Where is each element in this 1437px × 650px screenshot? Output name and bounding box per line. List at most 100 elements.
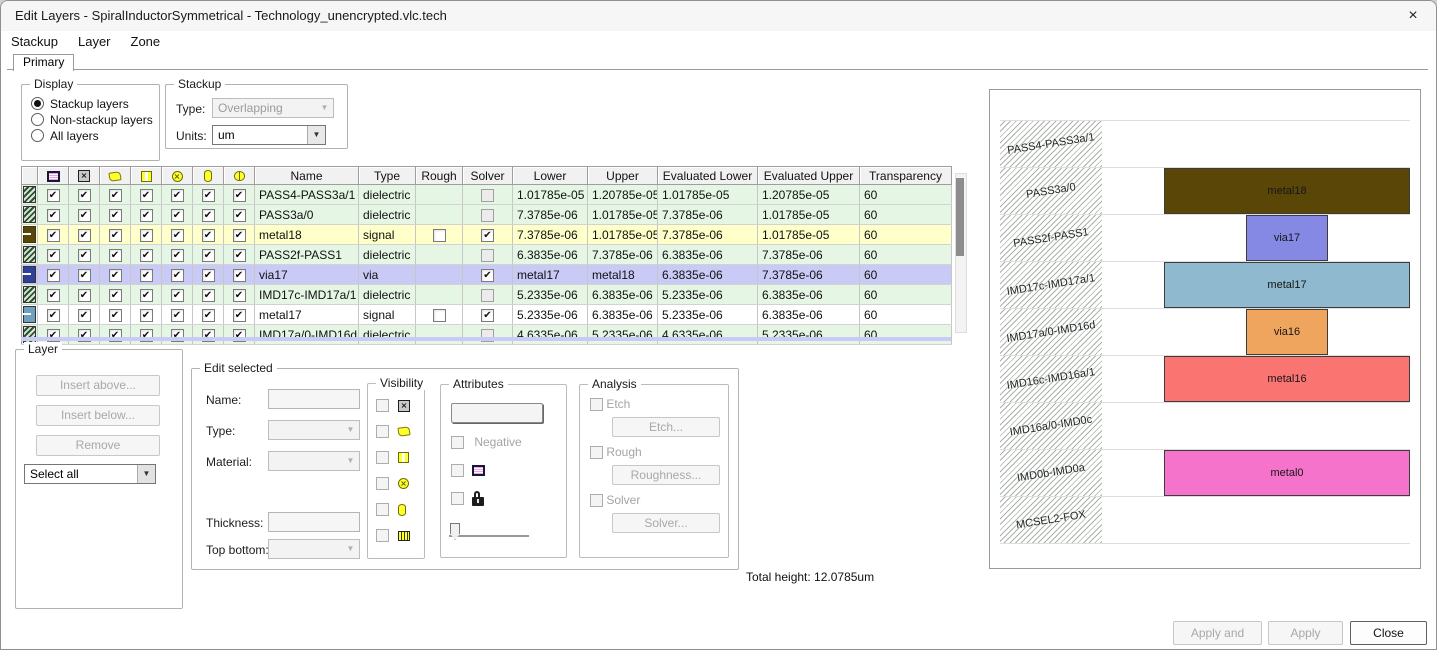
transparency-cell[interactable]: 60 xyxy=(859,284,952,305)
visibility-checkbox[interactable] xyxy=(232,288,246,302)
eval-upper-cell[interactable]: 1.01785e-05 xyxy=(757,224,860,245)
visibility-checkbox[interactable] xyxy=(170,288,184,302)
transparency-cell[interactable]: 60 xyxy=(859,204,952,225)
type-cell[interactable]: dielectric xyxy=(358,244,416,265)
visibility-checkbox[interactable] xyxy=(232,228,246,242)
visibility-checkbox[interactable] xyxy=(46,248,60,262)
type-cell[interactable]: signal xyxy=(358,224,416,245)
type-cell[interactable]: dielectric xyxy=(358,204,416,225)
visibility-checkbox[interactable] xyxy=(170,248,184,262)
rough-checkbox[interactable] xyxy=(432,308,446,322)
scrollbar-thumb[interactable] xyxy=(956,178,964,256)
insert-below-button[interactable]: Insert below... xyxy=(36,405,160,426)
type-cell[interactable]: via xyxy=(358,264,416,285)
select-all-dropdown[interactable]: Select all ▼ xyxy=(24,464,156,484)
eval-upper-cell[interactable]: 1.01785e-05 xyxy=(757,204,860,225)
eval-lower-cell[interactable]: 7.3785e-06 xyxy=(657,204,758,225)
lower-cell[interactable]: 7.3785e-06 xyxy=(512,204,588,225)
column-header-cylinder-icon[interactable] xyxy=(192,166,224,185)
visibility-checkbox[interactable] xyxy=(46,188,60,202)
visibility-checkbox[interactable] xyxy=(170,308,184,322)
transparency-slider[interactable] xyxy=(449,521,529,545)
visibility-checkbox[interactable] xyxy=(139,248,153,262)
column-header-wheel-icon[interactable] xyxy=(161,166,193,185)
menu-item-stackup[interactable]: Stackup xyxy=(1,31,68,49)
table-row[interactable]: metal18signal7.3785e-061.01785e-057.3785… xyxy=(21,224,952,245)
name-cell[interactable]: IMD17c-IMD17a/1 xyxy=(254,284,359,305)
visibility-checkbox[interactable] xyxy=(201,188,215,202)
visibility-option-checkbox[interactable] xyxy=(376,451,389,465)
color-swatch-button[interactable] xyxy=(451,403,543,423)
menu-item-zone[interactable]: Zone xyxy=(121,31,171,49)
eval-upper-cell[interactable]: 7.3785e-06 xyxy=(757,244,860,265)
name-cell[interactable]: metal17 xyxy=(254,304,359,325)
name-cell[interactable]: IMD17a/0-IMD16d xyxy=(254,324,359,345)
name-cell[interactable]: PASS2f-PASS1 xyxy=(254,244,359,265)
column-header-box-x-icon[interactable] xyxy=(68,166,100,185)
solver-checkbox[interactable] xyxy=(481,188,494,202)
eval-upper-cell[interactable]: 6.3835e-06 xyxy=(757,284,860,305)
menu-item-layer[interactable]: Layer xyxy=(68,31,121,49)
solver-checkbox[interactable] xyxy=(481,208,494,222)
radio-option-non-stackup-layers[interactable]: Non-stackup layers xyxy=(31,113,153,127)
visibility-checkbox[interactable] xyxy=(77,248,91,262)
column-header-bug-icon[interactable] xyxy=(223,166,255,185)
stackup-bar-metal17[interactable]: metal17 xyxy=(1164,262,1410,308)
table-scrollbar[interactable] xyxy=(955,173,967,333)
visibility-checkbox[interactable] xyxy=(232,268,246,282)
stackup-bar-via16[interactable]: via16 xyxy=(1246,309,1328,355)
name-cell[interactable]: via17 xyxy=(254,264,359,285)
column-header-evaluated-lower[interactable]: Evaluated Lower xyxy=(657,166,758,185)
upper-cell[interactable]: 5.2335e-06 xyxy=(587,324,658,345)
visibility-checkbox[interactable] xyxy=(108,248,122,262)
visibility-checkbox[interactable] xyxy=(46,308,60,322)
visibility-checkbox[interactable] xyxy=(77,188,91,202)
solver-checkbox[interactable] xyxy=(481,268,494,282)
lower-cell[interactable]: 4.6335e-06 xyxy=(512,324,588,345)
name-cell[interactable]: PASS3a/0 xyxy=(254,204,359,225)
eval-lower-cell[interactable]: 6.3835e-06 xyxy=(657,244,758,265)
upper-cell[interactable]: 1.01785e-05 xyxy=(587,204,658,225)
upper-cell[interactable]: 7.3785e-06 xyxy=(587,244,658,265)
visibility-checkbox[interactable] xyxy=(232,208,246,222)
visibility-checkbox[interactable] xyxy=(108,208,122,222)
solver-checkbox[interactable] xyxy=(590,494,603,508)
radio-button[interactable] xyxy=(31,113,44,126)
name-cell[interactable]: metal18 xyxy=(254,224,359,245)
visibility-option-checkbox[interactable] xyxy=(376,425,389,439)
lower-cell[interactable]: 6.3835e-06 xyxy=(512,244,588,265)
name-cell[interactable]: PASS4-PASS3a/1 xyxy=(254,184,359,205)
apply-and-close-button[interactable]: Apply and Close xyxy=(1173,621,1262,649)
visibility-checkbox[interactable] xyxy=(77,228,91,242)
visibility-checkbox[interactable] xyxy=(170,208,184,222)
eval-lower-cell[interactable]: 5.2335e-06 xyxy=(657,284,758,305)
solver-checkbox[interactable] xyxy=(481,288,494,302)
rough-checkbox[interactable] xyxy=(590,446,603,460)
type-cell[interactable]: dielectric xyxy=(358,324,416,345)
visibility-checkbox[interactable] xyxy=(46,288,60,302)
transparency-cell[interactable]: 60 xyxy=(859,304,952,325)
lower-cell[interactable]: 5.2335e-06 xyxy=(512,304,588,325)
visibility-checkbox[interactable] xyxy=(139,308,153,322)
radio-button[interactable] xyxy=(31,129,44,142)
visibility-checkbox[interactable] xyxy=(232,188,246,202)
column-header-upper[interactable]: Upper xyxy=(587,166,658,185)
upper-cell[interactable]: 6.3835e-06 xyxy=(587,284,658,305)
type-cell[interactable]: signal xyxy=(358,304,416,325)
transparency-cell[interactable]: 60 xyxy=(859,184,952,205)
visibility-checkbox[interactable] xyxy=(46,208,60,222)
visibility-checkbox[interactable] xyxy=(139,268,153,282)
column-header-transparency[interactable]: Transparency xyxy=(859,166,952,185)
etch-checkbox[interactable] xyxy=(590,398,603,412)
column-header-monitor-icon[interactable] xyxy=(37,166,69,185)
visibility-checkbox[interactable] xyxy=(108,308,122,322)
table-row[interactable]: PASS2f-PASS1dielectric6.3835e-067.3785e-… xyxy=(21,244,952,265)
eval-upper-cell[interactable]: 6.3835e-06 xyxy=(757,304,860,325)
units-select[interactable]: um ▼ xyxy=(212,125,326,145)
visibility-checkbox[interactable] xyxy=(201,248,215,262)
type-select[interactable]: ▼ xyxy=(268,420,360,440)
visibility-checkbox[interactable] xyxy=(170,228,184,242)
eval-lower-cell[interactable]: 6.3835e-06 xyxy=(657,264,758,285)
radio-option-stackup-layers[interactable]: Stackup layers xyxy=(31,97,129,111)
visibility-checkbox[interactable] xyxy=(201,308,215,322)
